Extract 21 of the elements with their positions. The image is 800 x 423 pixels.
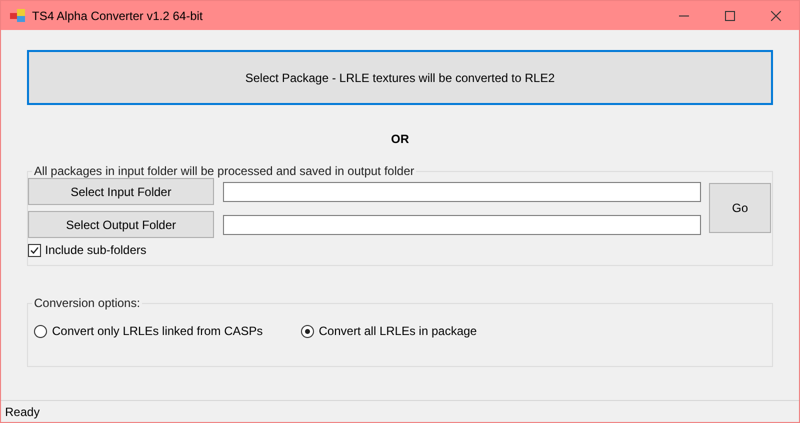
or-label: OR: [391, 132, 409, 146]
radio-label: Convert only LRLEs linked from CASPs: [52, 324, 263, 338]
group-caption: All packages in input folder will be processed and saved in output folder: [33, 164, 416, 178]
include-subfolders-checkbox[interactable]: [28, 244, 41, 256]
radio-button[interactable]: [34, 324, 47, 338]
app-icon: [10, 8, 26, 22]
close-icon: [771, 10, 781, 20]
status-text: Ready: [5, 404, 40, 418]
radio-button[interactable]: [300, 324, 314, 338]
group-caption: Conversion options:: [33, 296, 142, 310]
window-title: TS4 Alpha Converter v1.2 64-bit: [32, 8, 204, 22]
checkmark-icon: [30, 246, 39, 254]
select-folder-button[interactable]: Select Output Folder: [28, 211, 214, 238]
go-button[interactable]: Go: [709, 183, 771, 233]
folder-path-field[interactable]: [223, 182, 701, 202]
maximize-icon: [725, 10, 735, 20]
checkbox-label: Include sub-folders: [45, 243, 146, 257]
folder-path-field[interactable]: [223, 214, 701, 234]
select-folder-button[interactable]: Select Input Folder: [28, 178, 214, 205]
radio-label: Convert all LRLEs in package: [318, 324, 477, 338]
select-package-button[interactable]: Select Package - LRLE textures will be converted to RLE2: [27, 50, 773, 105]
